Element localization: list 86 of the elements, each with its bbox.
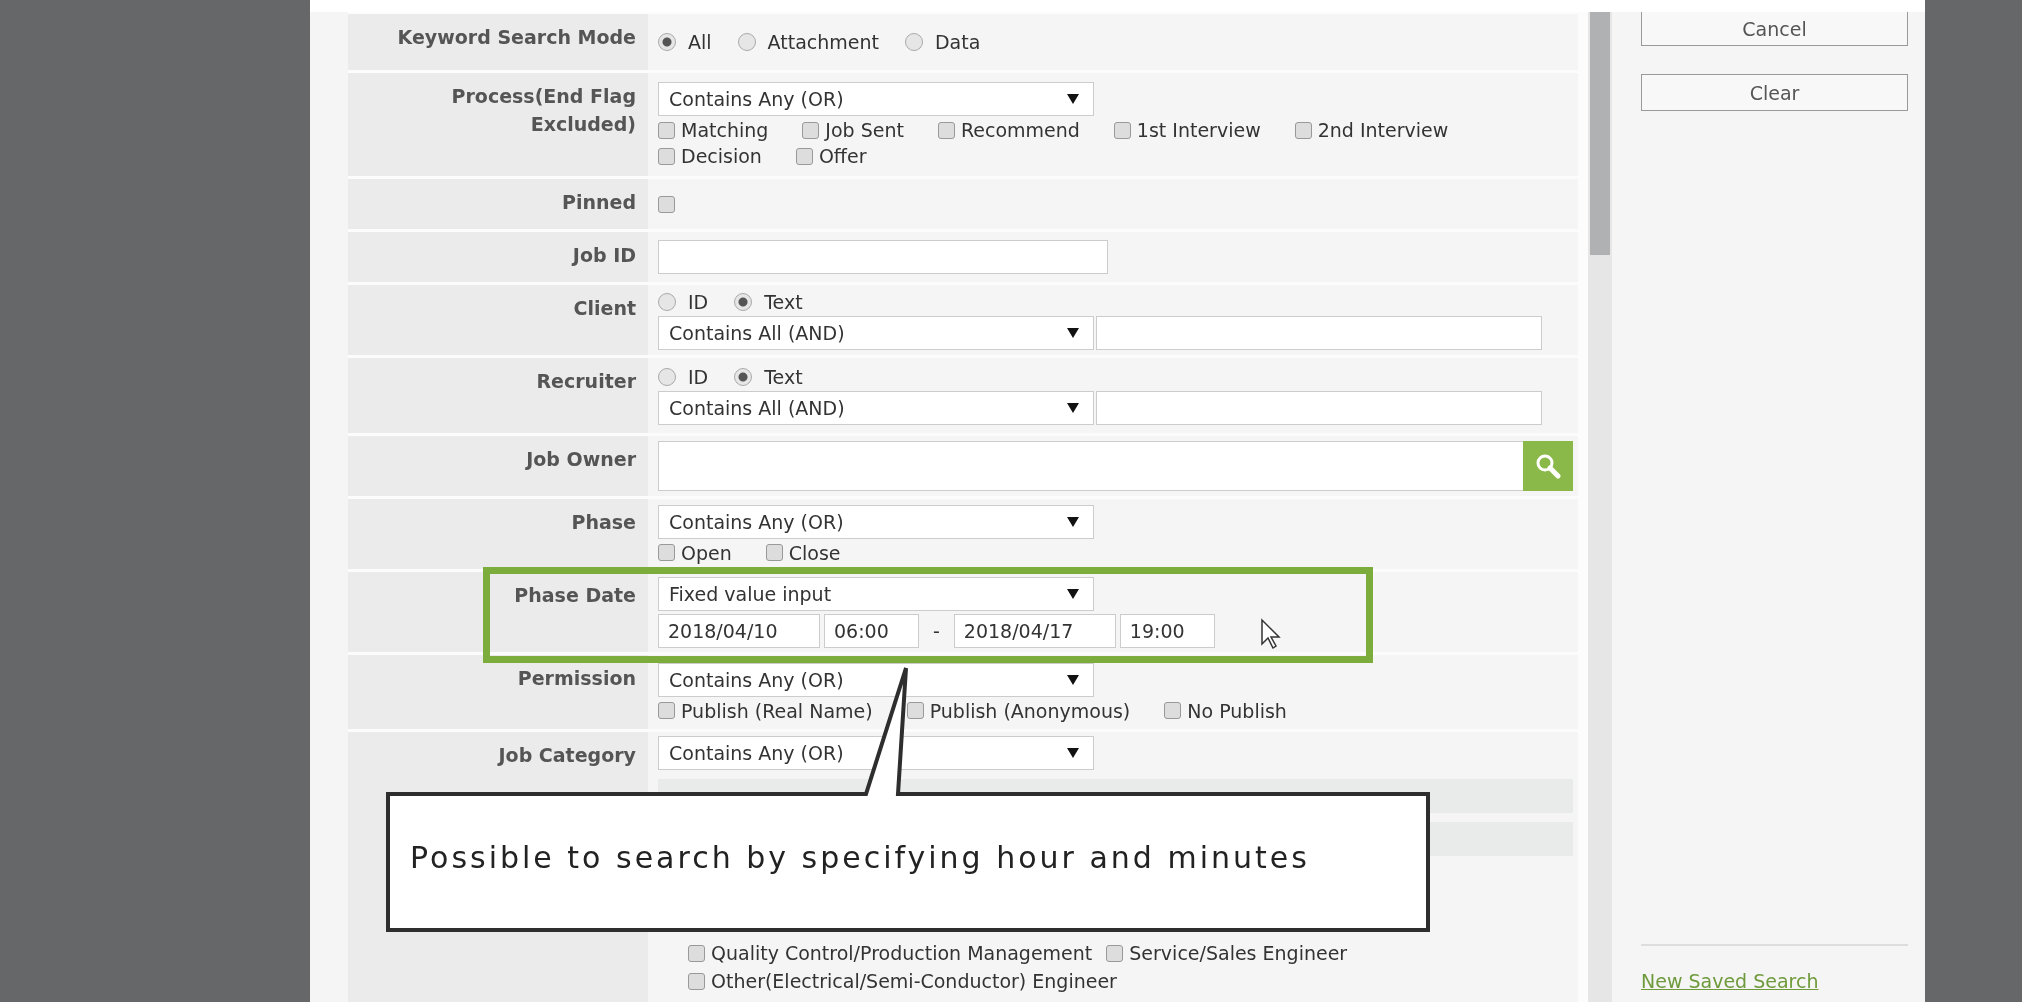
search-icon (1535, 453, 1561, 479)
radio-label: Data (934, 31, 981, 53)
field-label: Permission (517, 667, 636, 689)
checkbox[interactable] (765, 544, 783, 561)
caret-icon (1067, 327, 1079, 338)
field-label: Job ID (572, 244, 636, 266)
radio-button[interactable] (658, 292, 676, 311)
checkbox-label: Offer (818, 145, 867, 167)
radio-label: ID (688, 366, 709, 388)
checkbox-label: Other(Electrical/Semi-Conductor) Engineer (711, 970, 1117, 992)
field-label: Job Category (498, 744, 636, 766)
dropdown[interactable]: Contains Any (OR) (658, 736, 1094, 770)
caret-icon (1067, 588, 1079, 599)
scrollbar[interactable] (1588, 12, 1612, 1002)
action-button[interactable]: Cancel (1641, 12, 1908, 46)
time-field[interactable]: 19:00 (1119, 613, 1215, 648)
field-label: Client (573, 297, 636, 319)
dropdown[interactable]: Contains Any (OR) (658, 662, 1094, 697)
callout-text: Possible to search by specifying hour and minutes (410, 840, 1310, 875)
range-separator: - (933, 619, 940, 642)
checkbox[interactable] (688, 972, 705, 990)
field-label: Pinned (562, 191, 636, 213)
checkbox-label: Open (681, 541, 732, 564)
checkbox-label: Job Sent (825, 119, 904, 141)
date-field[interactable]: 2018/04/10 (658, 613, 820, 648)
checkbox-label: No Publish (1187, 699, 1287, 722)
checkbox[interactable] (658, 702, 675, 719)
scrollbar-thumb[interactable] (1590, 12, 1610, 255)
checkbox[interactable] (1164, 702, 1182, 719)
checkbox[interactable] (906, 702, 924, 719)
checkbox[interactable] (688, 944, 705, 962)
field-label: Phase Date (514, 584, 636, 606)
caret-icon (1067, 94, 1079, 104)
checkbox-label: 1st Interview (1136, 119, 1261, 141)
field-label: Keyword Search Mode (397, 26, 636, 48)
dropdown[interactable]: Fixed value input (658, 576, 1094, 611)
caret-icon (1067, 403, 1079, 413)
radio-button[interactable] (734, 368, 753, 386)
checkbox[interactable] (658, 121, 675, 139)
dropdown[interactable]: Contains All (AND) (658, 315, 1094, 350)
checkbox-label: Decision (681, 145, 762, 167)
radio-label: Text (764, 366, 803, 388)
checkbox-label: 2nd Interview (1317, 119, 1449, 141)
checkbox[interactable] (658, 147, 675, 165)
checkbox[interactable] (658, 544, 675, 561)
checkbox[interactable] (1294, 121, 1312, 139)
checkbox[interactable] (658, 195, 675, 213)
text-field[interactable] (658, 441, 1523, 491)
checkbox-label: Close (788, 541, 841, 564)
date-field[interactable]: 2018/04/17 (953, 613, 1116, 648)
radio-button[interactable] (734, 292, 753, 311)
caret-icon (1067, 748, 1079, 758)
checkbox[interactable] (1113, 121, 1131, 139)
caret-icon (1067, 516, 1079, 527)
checkbox-label: Quality Control/Production Management (711, 942, 1093, 964)
radio-button[interactable] (737, 33, 756, 51)
field-label: Phase (571, 511, 636, 533)
checkbox-label: Matching (681, 119, 769, 141)
checkbox[interactable] (1106, 944, 1124, 962)
dropdown[interactable]: Contains All (AND) (658, 391, 1094, 425)
text-field[interactable] (1096, 315, 1542, 350)
text-field[interactable] (658, 240, 1108, 274)
radio-label: All (688, 31, 712, 53)
checkbox[interactable] (802, 121, 820, 139)
radio-button[interactable] (658, 368, 676, 386)
field-label: Job Owner (526, 448, 636, 470)
checkbox-label: Service/Sales Engineer (1129, 942, 1348, 964)
action-button[interactable]: Clear (1641, 74, 1908, 111)
dropdown[interactable]: Contains Any (OR) (658, 82, 1094, 116)
caret-icon (1067, 674, 1079, 685)
checkbox-label: Recommend (960, 119, 1080, 141)
radio-button[interactable] (658, 33, 676, 51)
search-button[interactable] (1523, 441, 1573, 491)
field-label: Process(End Flag Excluded) (451, 85, 636, 135)
text-field[interactable] (1096, 391, 1542, 425)
checkbox[interactable] (795, 147, 813, 165)
radio-button[interactable] (904, 33, 923, 51)
field-label: Recruiter (536, 370, 636, 392)
radio-label: Text (764, 290, 803, 313)
checkbox-label: Publish (Real Name) (681, 699, 873, 722)
checkbox-label: Publish (Anonymous) (929, 699, 1131, 722)
checkbox[interactable] (937, 121, 955, 139)
radio-label: ID (688, 290, 709, 313)
radio-label: Attachment (767, 31, 879, 53)
dropdown[interactable]: Contains Any (OR) (658, 504, 1094, 539)
time-field[interactable]: 06:00 (824, 613, 919, 648)
